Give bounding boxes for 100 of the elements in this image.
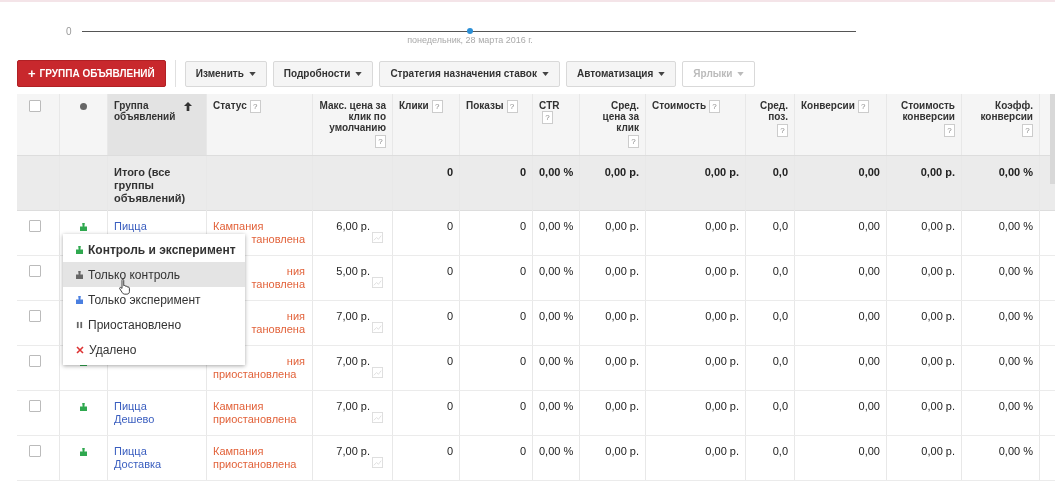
status-text: тановлена xyxy=(250,278,305,291)
chart-icon[interactable] xyxy=(372,412,383,423)
sort-arrow-icon[interactable] xyxy=(184,102,192,111)
help-icon[interactable]: ? xyxy=(944,124,955,137)
table-cell: 0,00 xyxy=(858,400,880,412)
column-header[interactable]: CTR xyxy=(539,100,560,111)
help-icon[interactable]: ? xyxy=(249,100,261,113)
column-header[interactable]: Макс. цена за клик по умолчанию xyxy=(319,100,386,133)
table-cell: 0,00 р. xyxy=(921,265,955,277)
checkbox[interactable] xyxy=(29,445,41,457)
checkbox[interactable] xyxy=(29,355,41,367)
pause-icon xyxy=(76,320,83,329)
table-cell: 0,0 xyxy=(772,265,788,277)
caret-icon xyxy=(737,71,745,76)
table-cell: 0,00 р. xyxy=(920,166,955,178)
chart-icon[interactable] xyxy=(372,322,383,333)
table-cell: 0,00 р. xyxy=(605,400,639,412)
checkbox[interactable] xyxy=(29,100,41,112)
scrollbar[interactable] xyxy=(1050,94,1055,184)
column-header[interactable]: Стоимость xyxy=(652,100,707,111)
table-cell: 0,00 xyxy=(858,445,880,457)
status-dot-icon xyxy=(80,103,87,110)
pawn-icon xyxy=(76,245,83,254)
ad-group-link[interactable]: Пицца Дешево xyxy=(114,400,155,426)
column-header[interactable]: Конверсии xyxy=(801,100,855,111)
caret-icon xyxy=(355,71,363,76)
add-ad-group-button[interactable]: + ГРУППА ОБЪЯВЛЕНИЙ xyxy=(17,60,166,87)
column-header[interactable]: Показы xyxy=(466,100,504,111)
column-header[interactable]: Сред. цена за клик xyxy=(586,100,639,133)
menu-item[interactable]: Удалено xyxy=(63,337,245,362)
status-text: тановлена xyxy=(250,323,305,336)
dropdown-button[interactable]: Изменить xyxy=(184,60,267,87)
bid-value[interactable]: 5,00 р. xyxy=(336,265,370,277)
column-header[interactable]: Коэфф. конверсии xyxy=(968,100,1033,122)
dropdown-button[interactable]: Подробности xyxy=(272,60,374,87)
status-text: тановлена xyxy=(250,233,305,246)
help-icon[interactable]: ? xyxy=(506,100,518,113)
table-cell: 0,00 р. xyxy=(605,310,639,322)
table-cell: 0,00 xyxy=(858,265,880,277)
table-cell: 0,00 % xyxy=(998,265,1033,277)
table-cell: 0,00 р. xyxy=(705,400,739,412)
checkbox[interactable] xyxy=(29,220,41,232)
table-cell: 0 xyxy=(519,355,526,367)
chart-icon[interactable] xyxy=(372,277,383,288)
table-cell: 0,00 % xyxy=(998,445,1033,457)
pawn-icon xyxy=(76,270,83,279)
axis-label: 0 xyxy=(66,25,73,37)
table-cell: 0 xyxy=(519,166,526,178)
menu-item[interactable]: Только контроль xyxy=(63,262,245,287)
table-cell: 0 xyxy=(446,400,453,412)
menu-item[interactable]: Контроль и эксперимент xyxy=(63,237,245,262)
column-header[interactable]: Сред. поз. xyxy=(752,100,788,122)
status-text: Кампания xyxy=(213,220,265,233)
menu-item[interactable]: Приостановлено xyxy=(63,312,245,337)
ad-group-link[interactable]: Пицца Доставка xyxy=(114,445,162,471)
bid-value[interactable]: 7,00 р. xyxy=(336,445,370,457)
help-icon[interactable]: ? xyxy=(375,135,386,148)
bid-value[interactable]: 6,00 р. xyxy=(336,220,370,232)
table-cell: 0,00 р. xyxy=(605,355,639,367)
chart-icon[interactable] xyxy=(372,232,383,243)
menu-item[interactable]: Только эксперимент xyxy=(63,287,245,312)
table-cell: 0,00 р. xyxy=(921,445,955,457)
bid-value[interactable]: 7,00 р. xyxy=(336,355,370,367)
status-text: Кампания xyxy=(213,400,265,413)
table-cell: 0,0 xyxy=(772,166,788,178)
pawn-icon[interactable] xyxy=(80,403,87,411)
column-header[interactable]: Статус xyxy=(213,100,247,111)
dropdown-button[interactable]: Автоматизация xyxy=(565,60,677,87)
table-cell: 0,00 р. xyxy=(921,310,955,322)
column-header[interactable]: Клики xyxy=(399,100,429,111)
total-label: Итого (все группы объявлений) xyxy=(114,166,186,204)
pawn-icon[interactable] xyxy=(80,223,87,231)
chart-icon[interactable] xyxy=(372,367,383,378)
bid-value[interactable]: 7,00 р. xyxy=(336,310,370,322)
status-text: приостановлена xyxy=(213,368,298,381)
column-header[interactable]: Стоимость конверсии xyxy=(893,100,955,122)
table-cell: 0,00 % xyxy=(998,400,1033,412)
table-cell: 0 xyxy=(446,265,453,277)
bid-value[interactable]: 7,00 р. xyxy=(336,400,370,412)
help-icon[interactable]: ? xyxy=(431,100,443,113)
table-cell: 0,00 % xyxy=(539,400,574,412)
pawn-icon[interactable] xyxy=(80,448,87,456)
help-icon[interactable]: ? xyxy=(628,135,639,148)
status-text: ния xyxy=(285,265,305,278)
table-cell: 0,00 % xyxy=(539,265,574,277)
status-text: ния xyxy=(285,310,305,323)
checkbox[interactable] xyxy=(29,310,41,322)
help-icon[interactable]: ? xyxy=(1022,124,1033,137)
table-cell: 0,00 % xyxy=(539,310,574,322)
help-icon[interactable]: ? xyxy=(542,111,553,124)
help-icon[interactable]: ? xyxy=(709,100,721,113)
checkbox[interactable] xyxy=(29,265,41,277)
help-icon[interactable]: ? xyxy=(857,100,869,113)
help-icon[interactable]: ? xyxy=(777,124,788,137)
ad-group-link[interactable]: Пицца xyxy=(114,220,147,233)
dropdown-button[interactable]: Стратегия назначения ставок xyxy=(379,60,560,87)
table-cell: 0,00 % xyxy=(998,355,1033,367)
checkbox[interactable] xyxy=(29,400,41,412)
table-cell: 0,00 xyxy=(858,220,880,232)
chart-icon[interactable] xyxy=(372,457,383,468)
